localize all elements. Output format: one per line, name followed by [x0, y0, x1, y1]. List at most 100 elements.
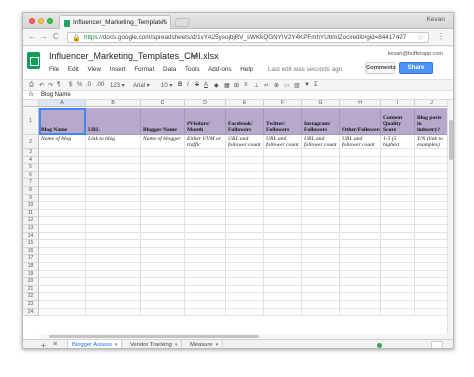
grid-cell[interactable]: [185, 194, 226, 203]
grid-cell[interactable]: [226, 293, 264, 301]
grid-cell[interactable]: [86, 209, 141, 218]
grid-cell[interactable]: [226, 278, 264, 286]
text-color-button[interactable]: A: [204, 82, 208, 88]
grid-cell[interactable]: [86, 285, 141, 294]
back-icon[interactable]: ←: [28, 32, 36, 41]
grid-cell[interactable]: [264, 308, 302, 317]
guidance-cell-c[interactable]: Name of blogger: [141, 135, 185, 149]
column-header-g[interactable]: G: [302, 100, 340, 107]
grid-cell[interactable]: [86, 293, 141, 301]
grid-cell[interactable]: [86, 164, 141, 172]
grid-cell[interactable]: [302, 270, 340, 279]
row-header-5[interactable]: 5: [23, 164, 39, 172]
grid-cell[interactable]: [226, 255, 264, 263]
grid-cell[interactable]: [39, 240, 86, 248]
grid-cell[interactable]: [264, 171, 302, 180]
grid-cell[interactable]: [302, 308, 340, 317]
grid-cell[interactable]: [302, 293, 340, 301]
row-header-9[interactable]: 9: [23, 194, 39, 203]
grid-cell[interactable]: [302, 156, 340, 165]
row-header-4[interactable]: 4: [23, 156, 39, 165]
guidance-cell-b[interactable]: Link to blog: [86, 135, 141, 149]
header-cell-j[interactable]: Blog posts in industry?: [415, 108, 449, 135]
vertical-align-icon[interactable]: ⊥: [254, 82, 259, 89]
grid-cell[interactable]: [415, 301, 449, 309]
grid-cell[interactable]: [141, 285, 185, 294]
row-header-2[interactable]: 2: [23, 135, 39, 149]
grid-cell[interactable]: [185, 278, 226, 286]
grid-cell[interactable]: [264, 187, 302, 195]
guidance-cell-j[interactable]: Y/N (link to examples): [415, 135, 449, 149]
menu-edit[interactable]: Edit: [68, 66, 79, 73]
grid-cell[interactable]: [226, 263, 264, 271]
grid-cell[interactable]: [415, 217, 449, 225]
grid-cell[interactable]: [141, 156, 185, 165]
grid-cell[interactable]: [141, 278, 185, 286]
grid-cell[interactable]: [39, 247, 86, 256]
grid-cell[interactable]: [302, 171, 340, 180]
grid-cell[interactable]: [141, 293, 185, 301]
grid-cell[interactable]: [39, 301, 86, 309]
chevron-down-icon[interactable]: ▾: [216, 342, 219, 348]
grid-cell[interactable]: [141, 209, 185, 218]
grid-cell[interactable]: [141, 232, 185, 241]
url-input[interactable]: 🔒 https://docs.google.com/spreadsheets/d…: [67, 32, 429, 43]
grid-cell[interactable]: [39, 164, 86, 172]
grid-cell[interactable]: [381, 263, 415, 271]
guidance-cell-a[interactable]: Name of blog: [39, 135, 86, 149]
grid-cell[interactable]: [226, 247, 264, 256]
formula-bar[interactable]: fx Blog Name: [23, 91, 453, 100]
horizontal-align-icon[interactable]: ≡: [244, 82, 248, 88]
grid-cell[interactable]: [381, 278, 415, 286]
grid-cell[interactable]: [381, 308, 415, 317]
row-header-6[interactable]: 6: [23, 171, 39, 180]
grid-cell[interactable]: [185, 179, 226, 187]
grid-cell[interactable]: [185, 270, 226, 279]
sheet-tab-blogger-assess[interactable]: Blogger Assess ▾: [67, 340, 123, 348]
grid-cell[interactable]: [185, 187, 226, 195]
grid-cell[interactable]: [302, 240, 340, 248]
row-header-8[interactable]: 8: [23, 187, 39, 195]
grid-cell[interactable]: [39, 187, 86, 195]
grid-cell[interactable]: [264, 179, 302, 187]
grid-cell[interactable]: [302, 149, 340, 157]
grid-cell[interactable]: [141, 308, 185, 317]
grid-cell[interactable]: [226, 187, 264, 195]
formula-input[interactable]: Blog Name: [41, 92, 71, 98]
grid-cell[interactable]: [302, 179, 340, 187]
grid-cell[interactable]: [141, 240, 185, 248]
grid-cell[interactable]: [381, 293, 415, 301]
grid-cell[interactable]: [340, 187, 381, 195]
grid-cell[interactable]: [185, 171, 226, 180]
grid-cell[interactable]: [86, 179, 141, 187]
grid-cell[interactable]: [340, 240, 381, 248]
grid-cell[interactable]: [226, 202, 264, 210]
guidance-cell-f[interactable]: URL and follower count: [264, 135, 302, 149]
grid-cell[interactable]: [39, 278, 86, 286]
grid-cell[interactable]: [86, 156, 141, 165]
grid-cell[interactable]: [340, 179, 381, 187]
grid-cell[interactable]: [226, 179, 264, 187]
grid-cell[interactable]: [86, 278, 141, 286]
row-header-13[interactable]: 13: [23, 225, 39, 233]
grid-cell[interactable]: [86, 232, 141, 241]
grid-cell[interactable]: [340, 209, 381, 218]
insert-chart-icon[interactable]: ▥: [294, 82, 300, 89]
grid-cell[interactable]: [264, 194, 302, 203]
grid-cell[interactable]: [264, 293, 302, 301]
grid-cell[interactable]: [264, 240, 302, 248]
grid-cell[interactable]: [86, 263, 141, 271]
browser-tab[interactable]: Influencer_Marketing_Templates ×: [59, 15, 171, 29]
grid-cell[interactable]: [141, 194, 185, 203]
horizontal-scroll-thumb[interactable]: [49, 335, 259, 338]
grid-cell[interactable]: [39, 202, 86, 210]
grid-cell[interactable]: [415, 209, 449, 218]
grid-cell[interactable]: [381, 156, 415, 165]
grid-cell[interactable]: [141, 179, 185, 187]
grid-cell[interactable]: [141, 225, 185, 233]
user-email[interactable]: kevan@bufferapp.com: [388, 51, 443, 57]
grid-cell[interactable]: [86, 240, 141, 248]
grid-cell[interactable]: [39, 255, 86, 263]
window-close-button[interactable]: [29, 18, 35, 24]
grid-cell[interactable]: [264, 156, 302, 165]
